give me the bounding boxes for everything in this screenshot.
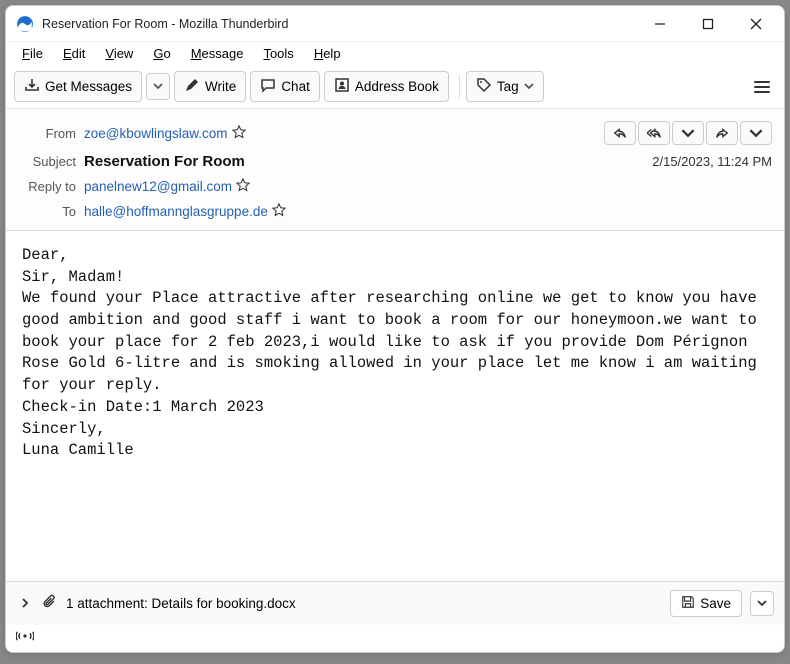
address-book-icon <box>334 77 350 96</box>
chat-label: Chat <box>281 79 310 94</box>
attachment-toggle[interactable] <box>16 594 34 613</box>
app-icon <box>16 15 34 33</box>
chat-icon <box>260 77 276 96</box>
address-book-button[interactable]: Address Book <box>324 71 449 102</box>
message-body: Dear, Sir, Madam! We found your Place at… <box>6 231 784 581</box>
tag-label: Tag <box>497 79 519 94</box>
reply-dropdown[interactable] <box>672 121 704 145</box>
menu-view[interactable]: View <box>99 44 139 63</box>
reply-to-label: Reply to <box>18 179 84 194</box>
subject-value: Reservation For Room <box>84 153 245 170</box>
menubar: File Edit View Go Message Tools Help <box>6 42 784 65</box>
paperclip-icon <box>42 594 58 613</box>
menu-edit[interactable]: Edit <box>57 44 91 63</box>
address-book-label: Address Book <box>355 79 439 94</box>
app-menu-button[interactable] <box>748 72 776 102</box>
reply-all-button[interactable] <box>638 121 670 145</box>
connection-status-icon <box>16 631 34 646</box>
reply-button[interactable] <box>604 121 636 145</box>
titlebar: Reservation For Room - Mozilla Thunderbi… <box>6 6 784 42</box>
header-actions <box>604 121 772 145</box>
save-icon <box>681 595 695 612</box>
save-attachment-button[interactable]: Save <box>670 590 742 617</box>
menu-file[interactable]: File <box>16 44 49 63</box>
from-label: From <box>18 126 84 141</box>
write-label: Write <box>205 79 236 94</box>
save-dropdown[interactable] <box>750 591 774 616</box>
toolbar: Get Messages Write Chat Address Book Tag <box>6 65 784 109</box>
reply-to-value[interactable]: panelnew12@gmail.com <box>84 178 250 195</box>
subject-label: Subject <box>18 154 84 169</box>
app-window: Reservation For Room - Mozilla Thunderbi… <box>5 5 785 653</box>
save-label: Save <box>700 596 731 611</box>
tag-icon <box>476 77 492 96</box>
to-value[interactable]: halle@hoffmannglasgruppe.de <box>84 203 286 220</box>
chat-button[interactable]: Chat <box>250 71 320 102</box>
minimize-button[interactable] <box>636 7 684 41</box>
menu-go[interactable]: Go <box>147 44 176 63</box>
close-button[interactable] <box>732 7 780 41</box>
tag-button[interactable]: Tag <box>466 71 544 102</box>
menu-help[interactable]: Help <box>308 44 347 63</box>
message-header: From zoe@kbowlingslaw.com Subject Reserv… <box>6 109 784 231</box>
status-bar <box>6 625 784 652</box>
pencil-icon <box>184 77 200 96</box>
attachment-summary[interactable]: 1 attachment: Details for booking.docx <box>66 596 662 611</box>
window-controls <box>636 7 780 41</box>
inbox-download-icon <box>24 77 40 96</box>
more-actions-dropdown[interactable] <box>740 121 772 145</box>
menu-message[interactable]: Message <box>185 44 250 63</box>
write-button[interactable]: Write <box>174 71 246 102</box>
message-date: 2/15/2023, 11:24 PM <box>652 154 772 169</box>
star-icon[interactable] <box>272 203 286 220</box>
get-messages-label: Get Messages <box>45 79 132 94</box>
star-icon[interactable] <box>236 178 250 195</box>
menu-tools[interactable]: Tools <box>257 44 299 63</box>
forward-button[interactable] <box>706 121 738 145</box>
window-title: Reservation For Room - Mozilla Thunderbi… <box>42 17 636 31</box>
get-messages-dropdown[interactable] <box>146 73 170 100</box>
from-value[interactable]: zoe@kbowlingslaw.com <box>84 125 246 142</box>
maximize-button[interactable] <box>684 7 732 41</box>
to-label: To <box>18 204 84 219</box>
toolbar-separator <box>459 75 460 99</box>
attachment-bar: 1 attachment: Details for booking.docx S… <box>6 581 784 625</box>
star-icon[interactable] <box>232 125 246 142</box>
get-messages-button[interactable]: Get Messages <box>14 71 142 102</box>
